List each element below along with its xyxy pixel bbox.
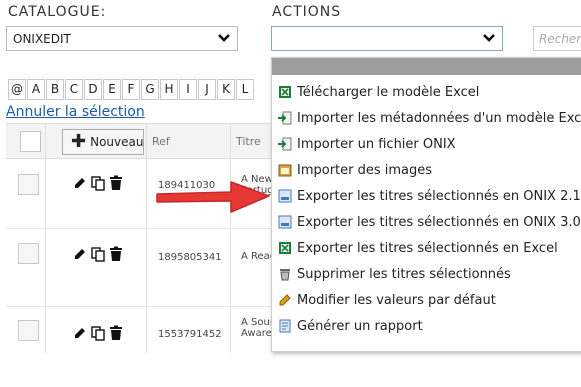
catalogue-select-value: ONIXEDIT (13, 32, 71, 46)
copy-icon[interactable] (90, 175, 106, 195)
trash-icon[interactable] (108, 325, 124, 345)
menu-item-label: Importer les métadonnées d'un modèle Exc… (297, 110, 581, 126)
plus-icon: ✚ (71, 131, 87, 152)
report-icon (279, 319, 291, 333)
menu-item-delete-selected[interactable]: Supprimer les titres sélectionnés (278, 263, 511, 285)
trash-icon (280, 269, 290, 281)
row-checkbox[interactable] (18, 174, 39, 195)
menu-item-label: Modifier les valeurs par défaut (297, 292, 496, 308)
copy-icon[interactable] (90, 246, 106, 266)
menu-item-label: Exporter les titres sélectionnés en ONIX… (297, 214, 581, 230)
copy-icon[interactable] (90, 325, 106, 345)
letter-filter-button[interactable]: F (122, 79, 140, 100)
menu-item-generate-report[interactable]: Générer un rapport (278, 315, 423, 337)
trash-icon[interactable] (108, 246, 124, 266)
letter-filter-button[interactable]: I (179, 79, 197, 100)
actions-dropdown-menu: Télécharger le modèle Excel Importer les… (271, 57, 581, 352)
row-checkbox[interactable] (18, 243, 39, 264)
import-icon (278, 137, 292, 151)
select-all-checkbox[interactable] (20, 131, 41, 152)
import-icon (278, 111, 292, 125)
row-ref: 1553791452 (158, 329, 222, 340)
catalogue-select[interactable]: ONIXEDIT (6, 26, 238, 51)
letter-filter-button[interactable]: B (46, 79, 64, 100)
menu-item-label: Générer un rapport (297, 318, 423, 334)
table-row[interactable]: 1895805341 A Read (6, 229, 296, 309)
menu-item-download-excel-template[interactable]: Télécharger le modèle Excel (278, 81, 479, 103)
column-header-title[interactable]: Titre (236, 135, 261, 148)
menu-item-label: Importer des images (297, 162, 433, 178)
actions-label: ACTIONS (272, 4, 342, 20)
clear-selection-link[interactable]: Annuler la sélection (6, 104, 145, 120)
menu-item-import-onix-file[interactable]: Importer un fichier ONIX (278, 133, 456, 155)
letter-filter-button[interactable]: J (198, 79, 216, 100)
letter-filter: @ A B C D E F G H I J K L (8, 79, 255, 100)
letter-filter-button[interactable]: D (84, 79, 102, 100)
chevron-down-icon (217, 30, 231, 48)
menu-item-label: Télécharger le modèle Excel (297, 84, 480, 100)
letter-filter-button[interactable]: G (141, 79, 159, 100)
pencil-icon[interactable] (72, 246, 88, 266)
excel-icon (279, 86, 291, 98)
excel-icon (279, 242, 291, 254)
row-title-line: Aware (241, 328, 272, 339)
actions-select[interactable] (271, 26, 503, 51)
new-button-label: Nouveau (90, 135, 144, 149)
search-input[interactable]: Recher (533, 26, 581, 51)
dropdown-empty-option[interactable] (272, 58, 581, 75)
menu-item-import-images[interactable]: Importer des images (278, 159, 432, 181)
menu-item-label: Importer un fichier ONIX (297, 136, 456, 152)
row-ref: 1895805341 (158, 252, 222, 263)
menu-item-export-excel[interactable]: Exporter les titres sélectionnés en Exce… (278, 237, 558, 259)
row-title-line: A Sour (241, 317, 274, 328)
letter-filter-button[interactable]: C (65, 79, 83, 100)
row-actions (72, 246, 124, 266)
pencil-icon (279, 294, 291, 306)
column-header-ref[interactable]: Ref (152, 135, 170, 148)
red-arrow-icon (156, 181, 270, 213)
search-placeholder: Recher (539, 32, 581, 46)
pencil-icon[interactable] (72, 325, 88, 345)
table-header: ✚ Nouveau Ref Titre (6, 123, 296, 159)
menu-item-import-excel-metadata[interactable]: Importer les métadonnées d'un modèle Exc… (278, 107, 581, 129)
menu-item-export-onix-30[interactable]: Exporter les titres sélectionnés en ONIX… (278, 211, 581, 233)
menu-item-label: Supprimer les titres sélectionnés (297, 266, 511, 282)
letter-filter-button[interactable]: A (27, 79, 45, 100)
menu-item-label: Exporter les titres sélectionnés en ONIX… (297, 188, 581, 204)
trash-icon[interactable] (108, 175, 124, 195)
letter-filter-button[interactable]: L (236, 79, 254, 100)
row-actions (72, 175, 124, 195)
menu-item-edit-defaults[interactable]: Modifier les valeurs par défaut (278, 289, 496, 311)
menu-item-label: Exporter les titres sélectionnés en Exce… (297, 240, 558, 256)
letter-filter-button[interactable]: H (160, 79, 178, 100)
pencil-icon[interactable] (72, 175, 88, 195)
menu-item-export-onix-21[interactable]: Exporter les titres sélectionnés en ONIX… (278, 185, 581, 207)
new-button[interactable]: ✚ Nouveau (62, 129, 144, 155)
table-row[interactable]: 1553791452 A Sour Aware (6, 307, 296, 387)
onix-export-icon (278, 215, 292, 229)
chevron-down-icon (482, 30, 496, 48)
letter-filter-button[interactable]: @ (8, 79, 26, 100)
row-checkbox[interactable] (18, 320, 39, 341)
onix-export-icon (278, 189, 292, 203)
letter-filter-button[interactable]: E (103, 79, 121, 100)
letter-filter-button[interactable]: K (217, 79, 235, 100)
image-folder-icon (278, 164, 292, 177)
row-actions (72, 325, 124, 345)
catalogue-label: CATALOGUE: (8, 4, 107, 20)
